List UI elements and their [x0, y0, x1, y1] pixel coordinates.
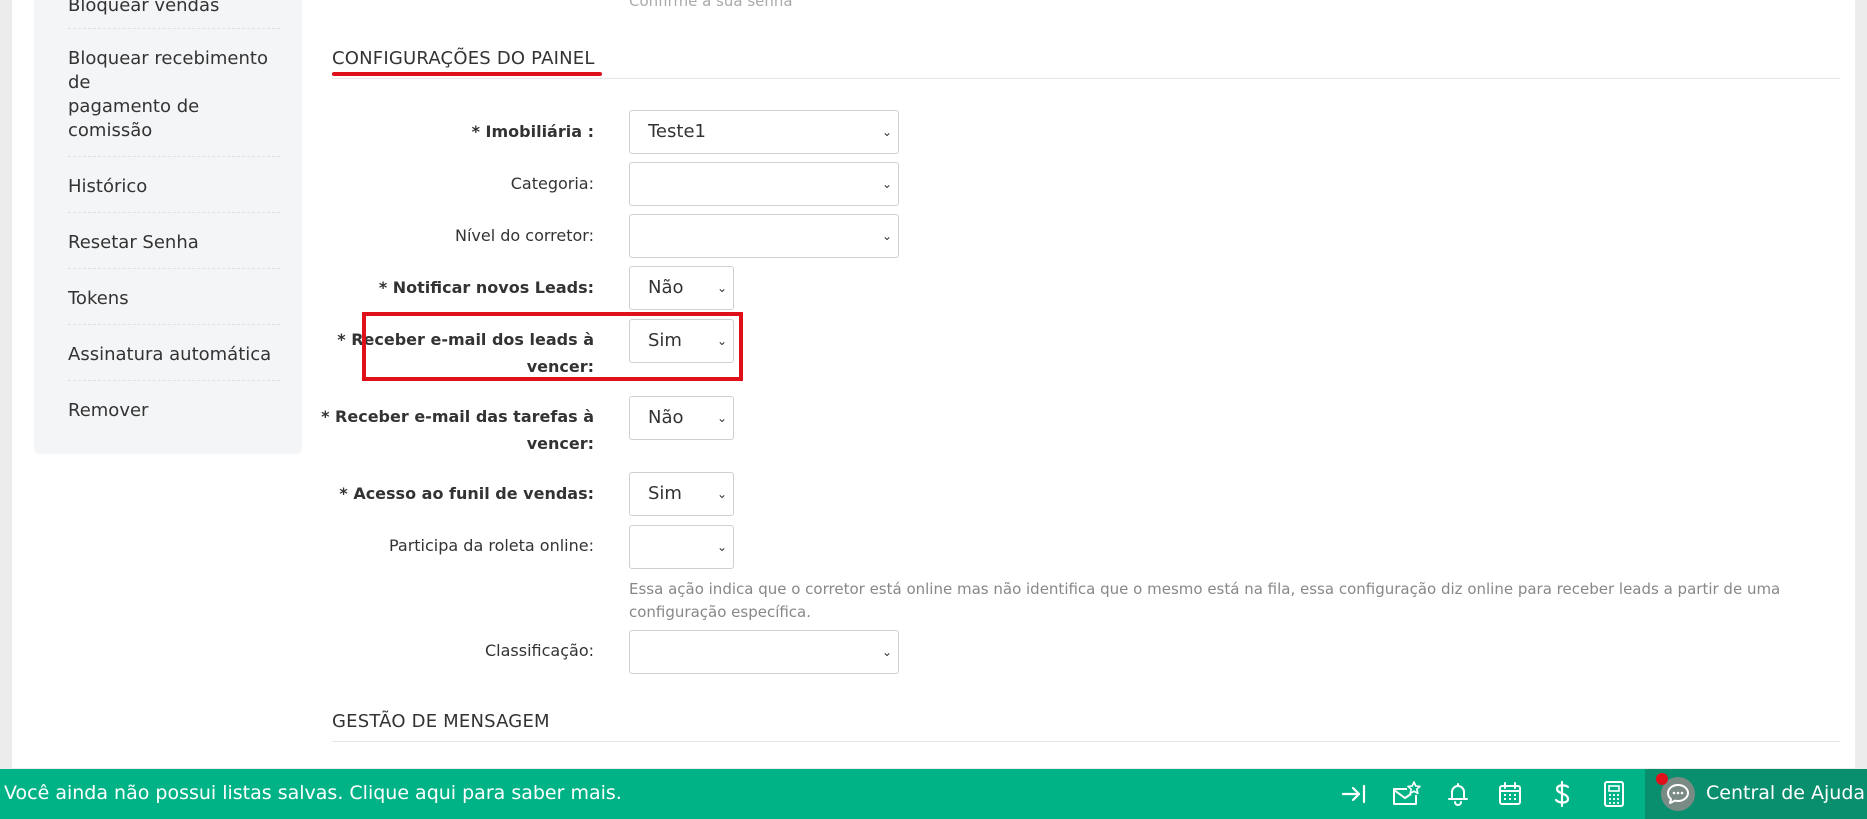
field-label-notificar-leads: * Notificar novos Leads: — [378, 278, 594, 297]
email-tarefas-vencer-select[interactable]: Não ⌄ — [629, 396, 734, 440]
calculator-icon[interactable] — [1597, 777, 1631, 811]
sidebar-item-label-line: comissão — [68, 120, 153, 141]
field-label-email-tarefas-vencer: * Receber e-mail das tarefas à vencer: — [304, 403, 594, 457]
sidebar-item-label: Resetar Senha — [68, 232, 199, 253]
calendar-icon[interactable] — [1493, 777, 1527, 811]
section-divider — [332, 741, 1840, 742]
sidebar-item-label-line: Bloquear recebimento — [68, 48, 268, 69]
divider — [68, 212, 280, 213]
field-label-imobiliaria: * Imobiliária : — [471, 122, 594, 141]
field-label-roleta-online: Participa da roleta online: — [388, 536, 594, 555]
section-title-mensagem: GESTÃO DE MENSAGEM — [332, 711, 550, 732]
chevron-down-icon: ⌄ — [881, 177, 892, 191]
sidebar-item-label-line: pagamento de — [68, 96, 200, 117]
chevron-down-icon: ⌄ — [881, 125, 892, 139]
collapse-arrow-icon[interactable] — [1337, 777, 1371, 811]
sidebar-item-resetar-senha[interactable]: Resetar Senha — [68, 231, 280, 255]
chevron-down-icon: ⌄ — [716, 487, 727, 501]
section-title-panel: CONFIGURAÇÕES DO PAINEL — [332, 48, 595, 69]
nivel-corretor-select[interactable]: ⌄ — [629, 214, 899, 258]
divider — [68, 268, 280, 269]
help-center-label: Central de Ajuda — [1706, 782, 1866, 804]
sidebar-item-historico[interactable]: Histórico — [68, 175, 280, 199]
field-label-categoria: Categoria: — [510, 174, 594, 193]
sidebar: Bloquear vendas Bloquear recebimento de … — [34, 0, 302, 454]
sidebar-item-label: Tokens — [68, 288, 129, 309]
divider — [68, 324, 280, 325]
sidebar-item-assinatura-automatica[interactable]: Assinatura automática — [68, 343, 280, 367]
divider — [68, 28, 280, 29]
section-divider — [332, 78, 1840, 79]
field-label-nivel-corretor: Nível do corretor: — [455, 226, 594, 245]
chevron-down-icon: ⌄ — [716, 540, 727, 554]
red-underline-annotation — [332, 72, 602, 76]
label-line: vencer: — [526, 434, 594, 453]
saved-lists-link[interactable]: Você ainda não possui listas salvas. Cli… — [4, 782, 622, 804]
sidebar-item-label-line: de — [68, 72, 91, 93]
sidebar-item-label: Remover — [68, 400, 149, 421]
select-value: Não — [648, 277, 684, 298]
roleta-help-text: Essa ação indica que o corretor está onl… — [629, 580, 1781, 621]
chevron-down-icon: ⌄ — [716, 281, 727, 295]
page-content: Bloquear vendas Bloquear recebimento de … — [12, 0, 1855, 768]
sidebar-item-remover[interactable]: Remover — [68, 399, 280, 423]
select-value: Teste1 — [648, 121, 706, 142]
bottom-bar: Você ainda não possui listas salvas. Cli… — [0, 769, 1867, 819]
red-highlight-annotation — [362, 312, 743, 381]
field-label-classificacao: Classificação: — [485, 641, 594, 660]
help-center-button[interactable]: Central de Ajuda — [1645, 769, 1867, 819]
notification-dot — [1656, 773, 1668, 785]
mail-star-icon[interactable] — [1389, 777, 1423, 811]
confirm-password-hint: Confirme a sua senha — [629, 0, 793, 10]
label-line: * Receber e-mail das tarefas à — [321, 407, 594, 426]
classificacao-select[interactable]: ⌄ — [629, 630, 899, 674]
chevron-down-icon: ⌄ — [881, 229, 892, 243]
sidebar-item-bloquear-recebimento[interactable]: Bloquear recebimento de pagamento de com… — [68, 47, 280, 143]
select-value: Não — [648, 407, 684, 428]
categoria-select[interactable]: ⌄ — [629, 162, 899, 206]
field-label-funil-vendas: * Acesso ao funil de vendas: — [339, 484, 594, 503]
divider — [68, 380, 280, 381]
sidebar-item-bloquear-vendas[interactable]: Bloquear vendas — [68, 0, 280, 18]
sidebar-item-label: Histórico — [68, 176, 148, 197]
imobiliaria-select[interactable]: Teste1 ⌄ — [629, 110, 899, 154]
chevron-down-icon: ⌄ — [881, 645, 892, 659]
dollar-icon[interactable] — [1545, 777, 1579, 811]
notificar-leads-select[interactable]: Não ⌄ — [629, 266, 734, 310]
funil-vendas-select[interactable]: Sim ⌄ — [629, 472, 734, 516]
select-value: Sim — [648, 483, 682, 504]
sidebar-item-label: Bloquear vendas — [68, 0, 220, 16]
roleta-online-select[interactable]: ⌄ — [629, 525, 734, 569]
sidebar-item-tokens[interactable]: Tokens — [68, 287, 280, 311]
divider — [68, 156, 280, 157]
sidebar-item-label: Assinatura automática — [68, 344, 272, 365]
bell-icon[interactable] — [1441, 777, 1475, 811]
chevron-down-icon: ⌄ — [716, 411, 727, 425]
